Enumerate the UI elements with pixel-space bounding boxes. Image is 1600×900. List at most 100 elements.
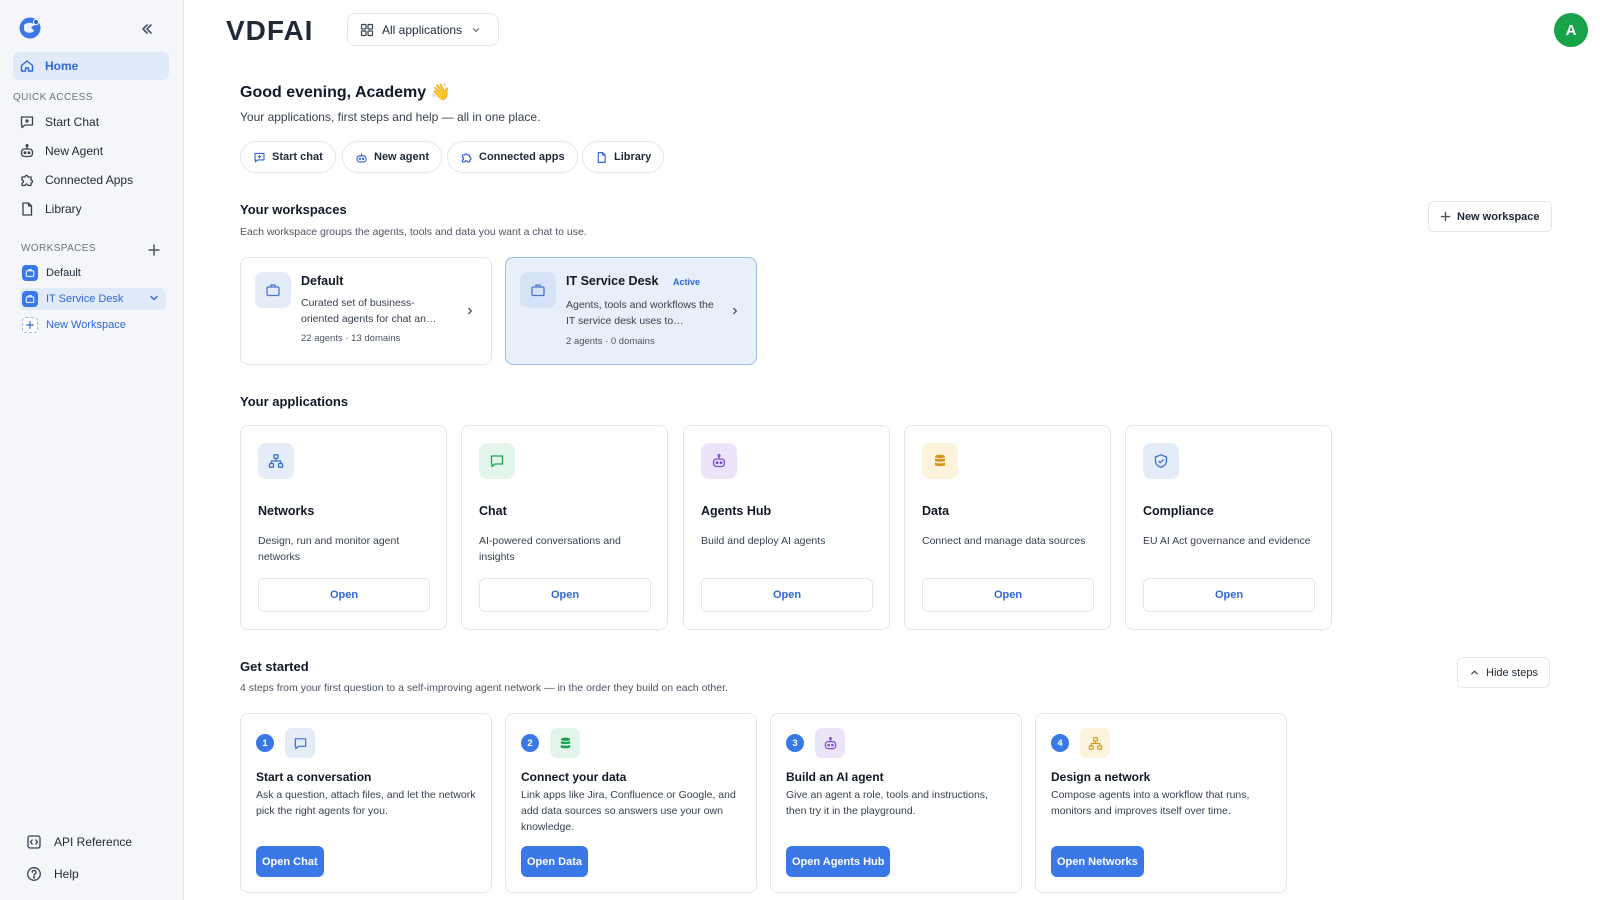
hide-steps-button[interactable]: Hide steps [1457, 657, 1550, 688]
sidebar-bottom-label: Help [54, 867, 79, 881]
open-networks-step-button[interactable]: Open Networks [1051, 846, 1144, 877]
workspace-card-title: IT Service Desk [566, 274, 659, 288]
new-workspace-button[interactable]: New workspace [1428, 201, 1552, 232]
sidebar-item-new-agent[interactable]: New Agent [13, 137, 169, 165]
grid-icon [360, 23, 374, 37]
quick-action-label: Start chat [272, 151, 323, 163]
get-started-section-description: 4 steps from your first question to a se… [240, 682, 728, 694]
step-number: 2 [521, 734, 539, 752]
chevron-down-icon [471, 25, 481, 35]
workspace-card-it-service-desk[interactable]: IT Service Desk Active Agents, tools and… [505, 257, 757, 365]
greeting-heading: Good evening, Academy 👋 [240, 84, 451, 101]
app-card-chat: Chat AI-powered conversations and insigh… [461, 425, 668, 630]
database-icon [550, 728, 580, 758]
sidebar-api-reference[interactable]: API Reference [22, 830, 172, 854]
app-card-compliance: Compliance EU AI Act governance and evid… [1125, 425, 1332, 630]
document-icon [595, 151, 608, 164]
app-logo-icon[interactable] [18, 16, 42, 40]
step-description: Compose agents into a workflow that runs… [1051, 789, 1250, 817]
chat-plus-icon [19, 114, 35, 130]
app-switcher-label: All applications [382, 22, 463, 37]
user-avatar[interactable]: A [1554, 13, 1588, 47]
workspace-card-title: Default [301, 274, 344, 288]
robot-icon [701, 443, 737, 479]
sidebar-workspace-label: IT Service Desk [46, 293, 124, 305]
chevron-right-icon [465, 306, 475, 316]
collapse-sidebar-icon[interactable] [139, 21, 155, 37]
sidebar-item-label: Library [45, 202, 82, 216]
app-switcher-dropdown[interactable]: All applications [347, 13, 499, 46]
step-card-3: 3 Build an AI agent Give an agent a role… [770, 713, 1022, 893]
open-data-step-button[interactable]: Open Data [521, 846, 589, 877]
sidebar-workspace-default[interactable]: Default [20, 262, 166, 284]
app-card-agents-hub: Agents Hub Build and deploy AI agents Op… [683, 425, 890, 630]
app-card-title: Agents Hub [701, 504, 772, 518]
open-chat-button[interactable]: Open [479, 578, 651, 612]
network-icon [1080, 728, 1110, 758]
open-agents-hub-step-button[interactable]: Open Agents Hub [786, 846, 891, 877]
open-networks-button[interactable]: Open [258, 578, 430, 612]
quick-connected-apps-button[interactable]: Connected apps [447, 141, 578, 173]
app-card-title: Compliance [1143, 504, 1214, 518]
get-started-section-title: Get started [240, 659, 309, 674]
sidebar-help[interactable]: Help [22, 862, 172, 886]
app-card-description: Build and deploy AI agents [701, 535, 826, 547]
app-card-title: Chat [479, 504, 507, 518]
sidebar-item-home[interactable]: Home [13, 52, 169, 80]
quick-start-chat-button[interactable]: Start chat [240, 141, 336, 173]
open-agents-hub-button[interactable]: Open [701, 578, 873, 612]
sidebar-workspace-label: New Workspace [46, 319, 126, 331]
database-icon [922, 443, 958, 479]
quick-library-button[interactable]: Library [582, 141, 665, 173]
quick-new-agent-button[interactable]: New agent [342, 141, 443, 173]
puzzle-icon [460, 151, 473, 164]
open-compliance-button[interactable]: Open [1143, 578, 1315, 612]
workspace-card-meta: 22 agents · 13 domains [301, 333, 401, 344]
sidebar: Home QUICK ACCESS Start Chat New Agent C… [0, 0, 184, 900]
step-title: Connect your data [521, 770, 627, 784]
sidebar-item-label: Home [45, 59, 79, 73]
hide-steps-label: Hide steps [1486, 666, 1538, 679]
chat-icon [479, 443, 515, 479]
workspaces-section-title: Your workspaces [240, 202, 347, 217]
step-card-2: 2 Connect your data Link apps like Jira,… [505, 713, 757, 893]
sidebar-item-start-chat[interactable]: Start Chat [13, 108, 169, 136]
workspace-card-description: Agents, tools and workflows the IT servi… [566, 299, 714, 327]
sidebar-workspace-it-service-desk[interactable]: IT Service Desk [20, 288, 166, 310]
step-card-4: 4 Design a network Compose agents into a… [1035, 713, 1287, 893]
plus-icon [22, 317, 38, 333]
sidebar-item-label: Connected Apps [45, 173, 134, 187]
chat-icon [285, 728, 315, 758]
robot-icon [355, 151, 368, 164]
step-description: Ask a question, attach files, and let th… [256, 789, 476, 817]
home-icon [19, 58, 35, 74]
network-icon [258, 443, 294, 479]
step-title: Start a conversation [256, 770, 372, 784]
app-card-title: Networks [258, 504, 315, 518]
sidebar-item-connected-apps[interactable]: Connected Apps [13, 166, 169, 194]
workspace-card-default[interactable]: Default Curated set of business-oriented… [240, 257, 492, 365]
sidebar-item-label: New Agent [45, 144, 104, 158]
robot-icon [19, 143, 35, 159]
sidebar-new-workspace[interactable]: New Workspace [20, 314, 166, 336]
quick-access-heading: QUICK ACCESS [13, 92, 93, 103]
open-data-button[interactable]: Open [922, 578, 1094, 612]
step-number: 3 [786, 734, 804, 752]
open-chat-step-button[interactable]: Open Chat [256, 846, 324, 877]
quick-action-label: Connected apps [479, 151, 565, 163]
step-description: Give an agent a role, tools and instruct… [786, 789, 988, 817]
add-workspace-icon[interactable] [147, 243, 161, 257]
brand-logo[interactable]: VDFAI [226, 14, 318, 46]
workspace-card-meta: 2 agents · 0 domains [566, 336, 655, 347]
app-card-description: AI-powered conversations and insights [479, 535, 621, 563]
briefcase-icon [255, 272, 291, 308]
new-workspace-label: New workspace [1457, 210, 1540, 223]
step-title: Build an AI agent [786, 770, 884, 784]
quick-action-label: New agent [374, 151, 430, 163]
step-number: 4 [1051, 734, 1069, 752]
chevron-down-icon[interactable] [148, 292, 160, 304]
app-card-description: Design, run and monitor agent networks [258, 535, 400, 563]
sidebar-item-library[interactable]: Library [13, 195, 169, 223]
shield-icon [1143, 443, 1179, 479]
chevron-right-icon [730, 306, 740, 316]
